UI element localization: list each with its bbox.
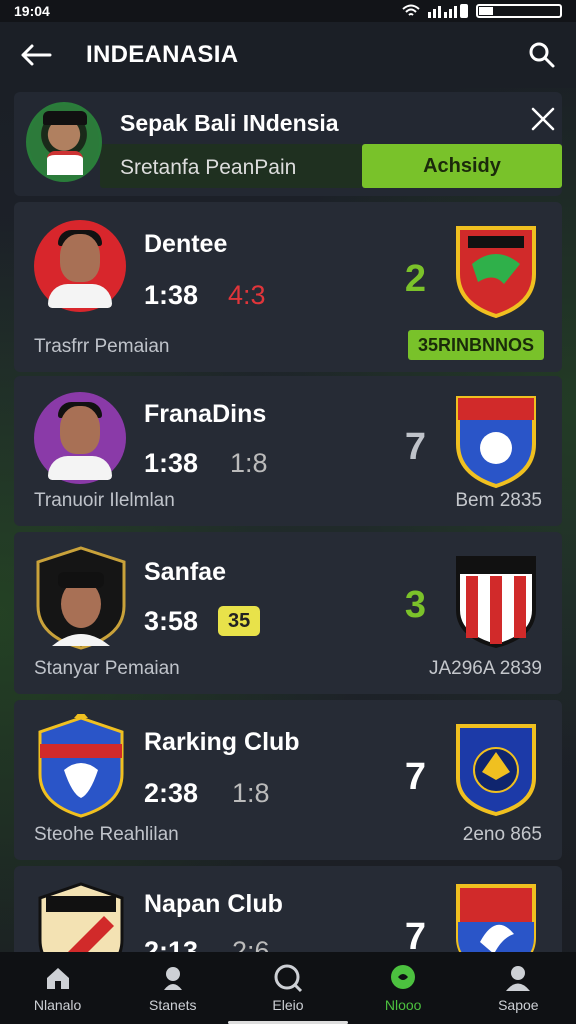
- back-arrow-icon[interactable]: [20, 43, 52, 67]
- card-score: 7: [404, 426, 426, 468]
- bottom-nav: Nlanalo Stanets Eleio Nlooo Sapoe: [0, 952, 576, 1024]
- card-name: Dentee: [144, 230, 228, 258]
- card-sub-score: 1:8: [230, 448, 268, 478]
- card-name: FranaDins: [144, 400, 267, 428]
- nav-item-home[interactable]: Nlanalo: [3, 963, 113, 1013]
- battery-icon: [476, 4, 562, 18]
- banner-action-button[interactable]: Achsidy: [362, 144, 562, 188]
- card-sub-score: 4:3: [228, 280, 266, 310]
- card-meta: Trasfrr Pemaian: [34, 336, 170, 357]
- nav-label: Nlooo: [384, 997, 422, 1013]
- card-score: 7: [404, 756, 426, 798]
- profile-icon: [506, 966, 531, 991]
- player-crest-avatar: [36, 546, 126, 650]
- close-icon[interactable]: [530, 106, 556, 132]
- match-card[interactable]: FranaDins 1:38 1:8 7 Tranuoir Ilelmlan B…: [14, 376, 562, 526]
- club-crest-icon: [38, 714, 124, 818]
- card-name: Napan Club: [144, 890, 283, 918]
- card-time: 1:38: [144, 448, 199, 478]
- home-icon: [46, 968, 69, 989]
- nav-label: Nlanalo: [33, 997, 82, 1013]
- card-score: 3: [404, 584, 426, 626]
- nav-label: Eleio: [272, 997, 304, 1013]
- card-badge[interactable]: 35RINBNNOS: [407, 330, 544, 360]
- card-right-meta: 2eno 865: [462, 824, 542, 845]
- club-crest-icon: [456, 724, 536, 816]
- banner-subtitle: Sretanfa PeanPain: [120, 156, 297, 179]
- club-crest-icon: [456, 396, 536, 488]
- card-meta: Tranuoir Ilelmlan: [34, 490, 175, 511]
- match-card[interactable]: Dentee 1:38 4:3 2 Trasfrr Pemaian 35RINB…: [14, 202, 562, 372]
- page-title: INDEANASIA: [86, 41, 239, 68]
- card-time: 2:38: [144, 778, 199, 808]
- card-time: 3:58: [144, 606, 199, 636]
- card-name: Sanfae: [144, 558, 226, 586]
- match-card[interactable]: Sanfae 3:58 35 3 Stanyar Pemaian JA296A …: [14, 532, 562, 694]
- chat-icon: [391, 965, 416, 989]
- card-sub-score: 35: [218, 606, 261, 636]
- club-crest-icon: [456, 556, 536, 648]
- nav-label: Stanets: [149, 997, 197, 1013]
- nav-item-profile[interactable]: Sapoe: [463, 963, 573, 1013]
- status-icons: [402, 4, 562, 18]
- match-card[interactable]: Rarking Club 2:38 1:8 7 Steohe Reahlilan…: [14, 700, 562, 860]
- banner-title: Sepak Bali INdensia: [120, 110, 339, 136]
- banner-avatar: [26, 102, 102, 182]
- nav-item-chat[interactable]: Nlooo: [348, 963, 458, 1013]
- player-avatar: [34, 220, 126, 312]
- search-icon[interactable]: [528, 41, 556, 69]
- player-avatar: [34, 392, 126, 484]
- card-meta: Steohe Reahlilan: [34, 824, 179, 845]
- signal-icon: [428, 4, 468, 18]
- card-sub-score: 1:8: [232, 778, 270, 808]
- card-score: 2: [404, 258, 426, 300]
- stats-icon: [163, 967, 182, 990]
- status-bar: 19:04: [0, 0, 576, 22]
- wifi-icon: [402, 4, 420, 16]
- app-bar: INDEANASIA: [0, 22, 576, 88]
- card-name: Rarking Club: [144, 728, 300, 756]
- card-time: 1:38: [144, 280, 199, 310]
- status-time: 19:04: [14, 3, 50, 19]
- nav-item-stats[interactable]: Stanets: [118, 963, 228, 1013]
- nav-label: Sapoe: [498, 997, 539, 1013]
- promo-banner[interactable]: Sepak Bali INdensia Sretanfa PeanPain Ac…: [14, 92, 562, 196]
- card-right-meta: JA296A 2839: [428, 658, 542, 679]
- search-icon: [274, 964, 303, 993]
- nav-item-search[interactable]: Eleio: [233, 963, 343, 1013]
- card-right-meta: Bem 2835: [455, 490, 542, 511]
- card-meta: Stanyar Pemaian: [34, 658, 180, 679]
- club-crest-icon: [456, 226, 536, 318]
